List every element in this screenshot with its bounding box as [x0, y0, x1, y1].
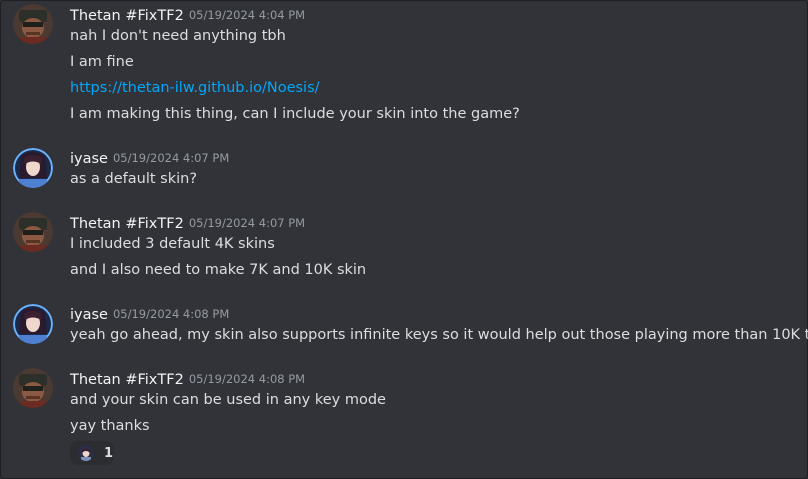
message-header: Thetan #FixTF2 05/19/2024 4:08 PM	[70, 368, 305, 390]
username[interactable]: iyase	[70, 307, 108, 323]
message-text: I included 3 default 4K skins	[70, 236, 275, 252]
chat-window: Thetan #FixTF2 05/19/2024 4:04 PM nah I d…	[0, 0, 808, 479]
message-text: nah I don't need anything tbh	[70, 28, 286, 44]
soldier-avatar-icon[interactable]	[13, 212, 53, 252]
message-header: iyase 05/19/2024 4:08 PM	[70, 303, 229, 325]
message-header: iyase 05/19/2024 4:07 PM	[70, 147, 229, 169]
username[interactable]: Thetan #FixTF2	[70, 8, 184, 24]
message-text: yay thanks	[70, 418, 150, 434]
timestamp: 05/19/2024 4:08 PM	[112, 307, 230, 321]
timestamp: 05/19/2024 4:04 PM	[188, 8, 306, 22]
username[interactable]: iyase	[70, 151, 108, 167]
soldier-avatar-icon[interactable]	[13, 368, 53, 408]
anime-girl-avatar-icon[interactable]	[13, 304, 53, 344]
message-text: as a default skin?	[70, 171, 198, 187]
anime-girl-avatar-icon[interactable]	[13, 148, 53, 188]
message-text: I am fine	[70, 54, 134, 70]
timestamp: 05/19/2024 4:07 PM	[112, 151, 230, 165]
username[interactable]: Thetan #FixTF2	[70, 372, 184, 388]
reaction-count: 1	[103, 445, 113, 461]
message-header: Thetan #FixTF2 05/19/2024 4:04 PM	[70, 4, 305, 26]
message-text: yeah go ahead, my skin also supports inf…	[70, 327, 808, 343]
message-header: Thetan #FixTF2 05/19/2024 4:07 PM	[70, 212, 305, 234]
username[interactable]: Thetan #FixTF2	[70, 216, 184, 232]
message-text: I am making this thing, can I include yo…	[70, 106, 520, 122]
timestamp: 05/19/2024 4:08 PM	[188, 372, 306, 386]
reaction-button[interactable]: 1	[70, 441, 114, 465]
soldier-avatar-icon[interactable]	[13, 4, 53, 44]
message-text: and I also need to make 7K and 10K skin	[70, 262, 367, 278]
timestamp: 05/19/2024 4:07 PM	[188, 216, 306, 230]
anime-girl-emoji-icon	[78, 445, 94, 461]
message-link[interactable]: https://thetan-ilw.github.io/Noesis/	[70, 77, 320, 99]
message-text: and your skin can be used in any key mod…	[70, 392, 386, 408]
